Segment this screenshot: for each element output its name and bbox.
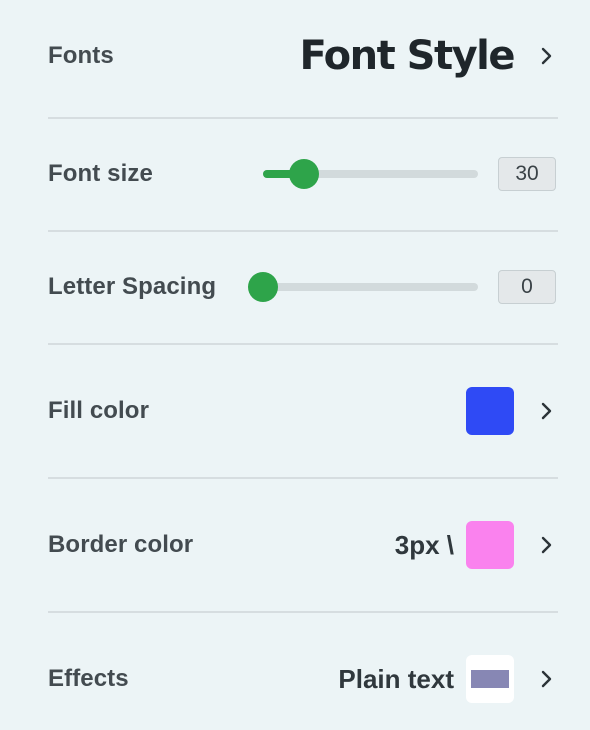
divider <box>48 611 558 613</box>
fonts-selector[interactable]: Font Style <box>299 33 558 79</box>
fonts-row[interactable]: Fonts Font Style <box>48 26 558 86</box>
effects-preview-bar <box>471 670 509 688</box>
border-color-label: Border color <box>48 531 194 558</box>
effects-label: Effects <box>48 665 129 692</box>
font-size-slider[interactable] <box>263 159 478 189</box>
slider-thumb[interactable] <box>248 272 278 302</box>
divider <box>48 230 558 232</box>
fill-color-selector[interactable] <box>466 387 558 435</box>
fill-color-swatch[interactable] <box>466 387 514 435</box>
border-color-row[interactable]: Border color 3px \ <box>48 520 558 570</box>
effects-selector[interactable]: Plain text <box>338 655 558 703</box>
effects-preview[interactable] <box>466 655 514 703</box>
fill-color-label: Fill color <box>48 397 150 424</box>
font-style-preview[interactable]: Font Style <box>299 33 515 79</box>
slider-track[interactable] <box>263 283 478 291</box>
text-style-panel: Fonts Font Style Font size 30 Letter Spa… <box>0 0 590 730</box>
fonts-label: Fonts <box>48 42 114 69</box>
letter-spacing-slider[interactable] <box>248 272 478 302</box>
border-color-swatch[interactable] <box>466 521 514 569</box>
fill-color-row[interactable]: Fill color <box>48 386 558 436</box>
chevron-right-icon[interactable] <box>534 44 558 68</box>
chevron-right-icon[interactable] <box>534 399 558 423</box>
border-color-selector[interactable]: 3px \ <box>395 521 558 569</box>
letter-spacing-input[interactable]: 0 <box>498 270 556 304</box>
divider <box>48 477 558 479</box>
font-size-input[interactable]: 30 <box>498 157 556 191</box>
letter-spacing-label: Letter Spacing <box>48 273 217 300</box>
divider <box>48 343 558 345</box>
divider <box>48 117 558 119</box>
border-width-value: 3px \ <box>394 529 454 560</box>
slider-thumb[interactable] <box>288 159 319 189</box>
chevron-right-icon[interactable] <box>534 667 558 691</box>
chevron-right-icon[interactable] <box>534 533 558 557</box>
font-size-label: Font size <box>48 160 153 187</box>
effects-value: Plain text <box>338 663 454 694</box>
effects-row[interactable]: Effects Plain text <box>48 654 558 704</box>
